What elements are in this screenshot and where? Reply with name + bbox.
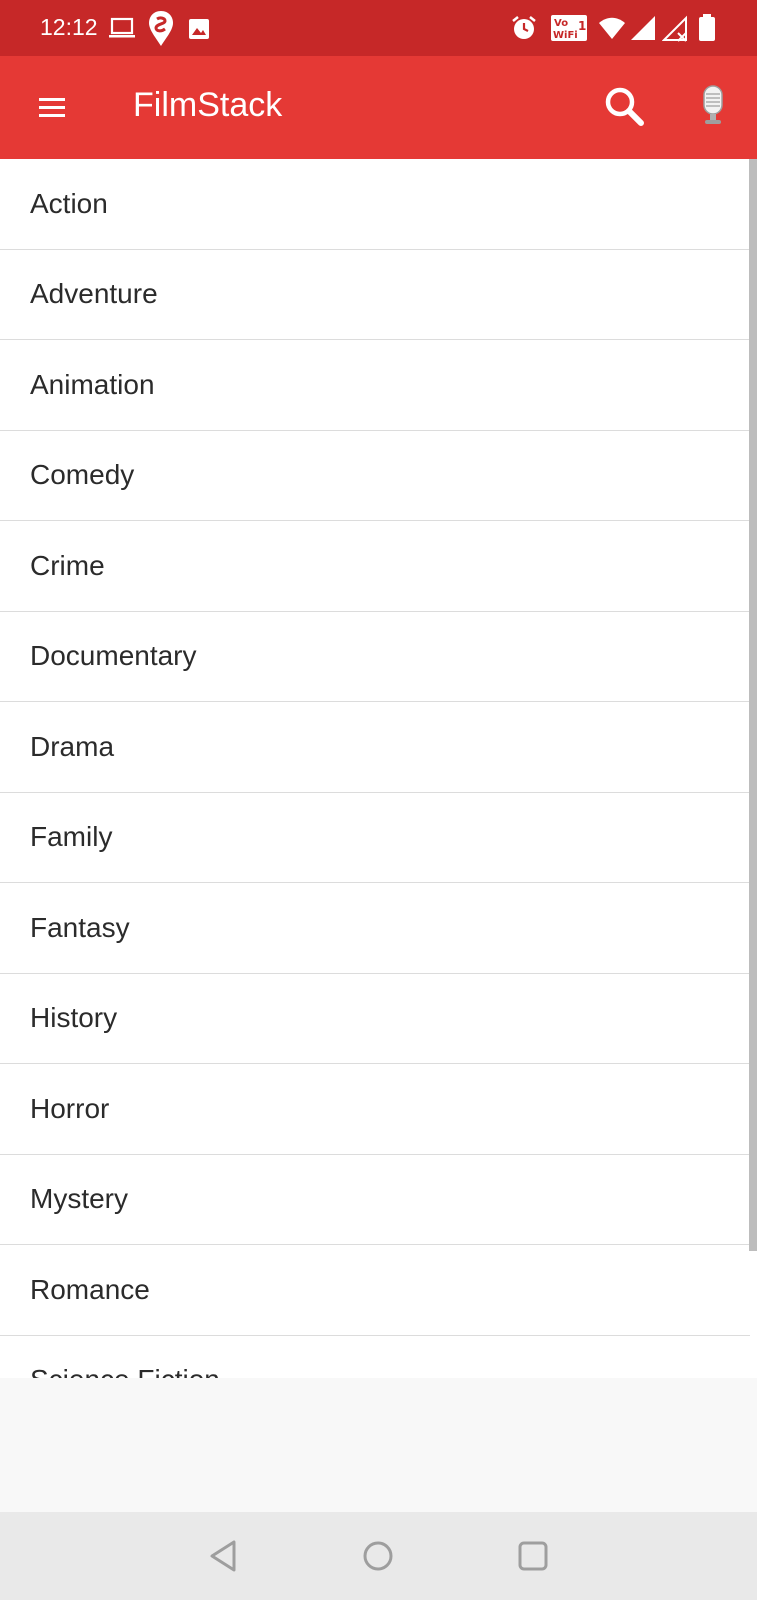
genre-list-item[interactable]: Documentary	[0, 612, 750, 702]
genre-label: Fantasy	[30, 911, 130, 943]
genre-label: Family	[30, 821, 113, 853]
battery-icon	[698, 14, 716, 47]
genre-label: Documentary	[30, 640, 197, 672]
genre-list-item[interactable]: Adventure	[0, 250, 750, 340]
svg-text:1: 1	[578, 19, 586, 33]
genre-list-item[interactable]: Science Fiction	[0, 1336, 750, 1378]
genre-label: Mystery	[30, 1183, 128, 1215]
genre-label: Animation	[30, 368, 155, 400]
genre-label: Horror	[30, 1092, 110, 1124]
genre-label: Romance	[30, 1273, 150, 1305]
genre-list-item[interactable]: Fantasy	[0, 883, 750, 974]
genre-label: Drama	[30, 730, 115, 762]
genre-list-item[interactable]: Romance	[0, 1245, 750, 1336]
wifi-icon	[598, 17, 626, 46]
genre-list-item[interactable]: Drama	[0, 702, 750, 793]
genre-label: Adventure	[30, 278, 158, 310]
genre-list-item[interactable]: Crime	[0, 521, 750, 612]
genre-list[interactable]: Action Adventure Animation Comedy Crime Docum…	[0, 159, 757, 1378]
genre-label: Science Fiction	[30, 1364, 220, 1378]
status-time: 12:12	[40, 14, 98, 40]
hamburger-menu-icon[interactable]	[30, 86, 74, 130]
svg-text:WiFi: WiFi	[553, 30, 578, 41]
genre-label: Action	[30, 187, 108, 219]
app-toolbar: FilmStack	[0, 56, 757, 159]
vowifi-icon: Vo WiFi 1	[550, 14, 588, 47]
laptop-icon	[108, 16, 136, 45]
system-navigation-bar	[0, 1512, 757, 1600]
genre-label: Crime	[30, 549, 105, 581]
status-bar: 12:12 Vo WiFi 1	[0, 0, 757, 56]
alarm-icon	[510, 14, 538, 47]
image-icon	[188, 18, 210, 45]
microphone-icon[interactable]	[695, 82, 731, 132]
swiggy-icon	[148, 10, 174, 53]
search-icon[interactable]	[600, 82, 650, 132]
genre-list-item[interactable]: History	[0, 974, 750, 1064]
back-triangle-icon[interactable]	[200, 1532, 248, 1580]
genre-label: Comedy	[30, 459, 135, 491]
genre-list-item[interactable]: Action	[0, 159, 750, 250]
genre-list-item[interactable]: Mystery	[0, 1155, 750, 1245]
genre-list-item[interactable]: Comedy	[0, 431, 750, 521]
app-title: FilmStack	[133, 86, 283, 124]
genre-label: History	[30, 1002, 118, 1034]
genre-list-item[interactable]: Horror	[0, 1064, 750, 1155]
genre-list-item[interactable]: Animation	[0, 340, 750, 431]
genre-list-item[interactable]: Family	[0, 793, 750, 883]
list-scrollbar[interactable]	[749, 159, 757, 1251]
signal-no-data-icon	[661, 15, 690, 48]
home-circle-icon[interactable]	[354, 1532, 402, 1580]
content-background	[0, 1378, 757, 1512]
svg-text:Vo: Vo	[554, 18, 568, 29]
signal-icon	[630, 15, 656, 46]
recents-square-icon[interactable]	[509, 1532, 557, 1580]
